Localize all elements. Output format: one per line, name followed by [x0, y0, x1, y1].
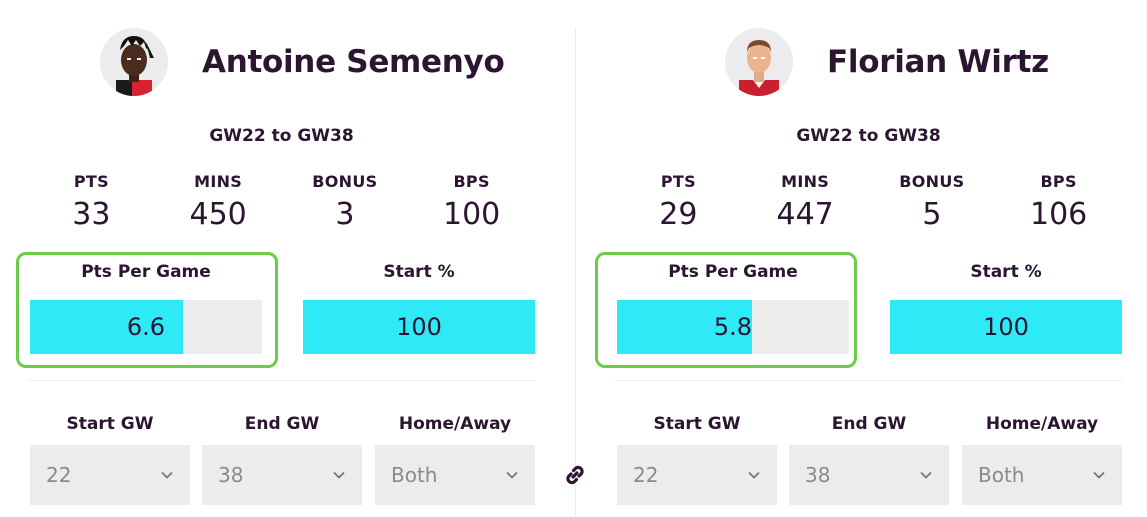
stat-mins: MINS 447	[742, 172, 869, 232]
section-divider	[615, 380, 1122, 381]
stat-label: MINS	[781, 172, 830, 191]
metric-label: Start %	[383, 262, 455, 282]
start-pct-metric: Start % 100	[890, 262, 1122, 354]
stat-value: 3	[335, 197, 355, 232]
chevron-down-icon	[748, 471, 760, 479]
gameweek-range: GW22 to GW38	[209, 126, 354, 146]
stats-row: PTS 29 MINS 447 BONUS 5 BPS 106	[615, 172, 1122, 232]
chevron-down-icon	[161, 471, 173, 479]
stat-value: 100	[442, 197, 501, 232]
stat-label: BONUS	[312, 172, 378, 191]
start-gw-filter: Start GW 22	[617, 413, 777, 505]
stat-value: 106	[1029, 197, 1088, 232]
link-icon[interactable]	[560, 460, 590, 490]
start-gw-select[interactable]: 22	[617, 445, 777, 505]
select-value: 38	[805, 463, 831, 487]
stat-label: PTS	[660, 172, 696, 191]
stat-label: BPS	[453, 172, 490, 191]
section-divider	[28, 380, 535, 381]
stat-mins: MINS 450	[155, 172, 282, 232]
end-gw-filter: End GW 38	[202, 413, 362, 505]
player-header: Antoine Semenyo	[100, 28, 505, 96]
filter-label: End GW	[244, 414, 320, 434]
start-pct-bar: 100	[890, 300, 1122, 354]
pts-per-game-bar: 6.6	[30, 300, 262, 354]
player-name: Florian Wirtz	[827, 44, 1049, 80]
end-gw-select[interactable]: 38	[789, 445, 949, 505]
player-name: Antoine Semenyo	[202, 44, 505, 80]
select-value: 22	[633, 463, 659, 487]
player-avatar	[725, 28, 793, 96]
chevron-down-icon	[506, 471, 518, 479]
stats-row: PTS 33 MINS 450 BONUS 3 BPS 100	[28, 172, 535, 232]
bar-value: 6.6	[126, 313, 166, 341]
pts-per-game-metric: Pts Per Game 5.8	[617, 262, 849, 354]
chevron-down-icon	[920, 471, 932, 479]
stat-value: 33	[72, 197, 111, 232]
player-avatar	[100, 28, 168, 96]
metric-label: Start %	[970, 262, 1042, 282]
stat-pts: PTS 29	[615, 172, 742, 232]
stat-value: 29	[659, 197, 698, 232]
stat-bonus: BONUS 5	[869, 172, 996, 232]
filter-label: Home/Away	[398, 414, 512, 434]
start-gw-filter: Start GW 22	[30, 413, 190, 505]
home-away-select[interactable]: Both	[962, 445, 1122, 505]
filter-label: End GW	[831, 414, 907, 434]
stat-value: 5	[922, 197, 942, 232]
filter-label: Home/Away	[985, 414, 1099, 434]
select-value: 22	[46, 463, 72, 487]
filter-label: Start GW	[66, 414, 154, 434]
end-gw-select[interactable]: 38	[202, 445, 362, 505]
stat-label: BONUS	[899, 172, 965, 191]
stat-label: PTS	[73, 172, 109, 191]
panel-divider	[575, 28, 576, 517]
home-away-select[interactable]: Both	[375, 445, 535, 505]
bar-value: 5.8	[713, 313, 753, 341]
select-value: Both	[391, 463, 438, 487]
stat-bps: BPS 100	[408, 172, 535, 232]
player-panel-1: Antoine Semenyo GW22 to GW38 PTS 33 MINS…	[16, 0, 548, 517]
stat-label: MINS	[194, 172, 243, 191]
home-away-filter: Home/Away Both	[962, 413, 1122, 505]
player-header: Florian Wirtz	[725, 28, 1049, 96]
select-value: Both	[978, 463, 1025, 487]
metric-label: Pts Per Game	[668, 262, 798, 282]
bar-value: 100	[396, 313, 442, 341]
stat-bonus: BONUS 3	[282, 172, 409, 232]
filter-label: Start GW	[653, 414, 741, 434]
pts-per-game-bar: 5.8	[617, 300, 849, 354]
gameweek-range: GW22 to GW38	[796, 126, 941, 146]
player-panel-2: Florian Wirtz GW22 to GW38 PTS 29 MINS 4…	[595, 0, 1135, 517]
select-value: 38	[218, 463, 244, 487]
pts-per-game-metric: Pts Per Game 6.6	[30, 262, 262, 354]
stat-value: 447	[776, 197, 834, 232]
chevron-down-icon	[1093, 471, 1105, 479]
end-gw-filter: End GW 38	[789, 413, 949, 505]
metric-label: Pts Per Game	[81, 262, 211, 282]
start-pct-metric: Start % 100	[303, 262, 535, 354]
start-pct-bar: 100	[303, 300, 535, 354]
stat-label: BPS	[1040, 172, 1077, 191]
bar-value: 100	[983, 313, 1029, 341]
start-gw-select[interactable]: 22	[30, 445, 190, 505]
stat-bps: BPS 106	[995, 172, 1122, 232]
stat-pts: PTS 33	[28, 172, 155, 232]
home-away-filter: Home/Away Both	[375, 413, 535, 505]
chevron-down-icon	[333, 471, 345, 479]
stat-value: 450	[189, 197, 247, 232]
